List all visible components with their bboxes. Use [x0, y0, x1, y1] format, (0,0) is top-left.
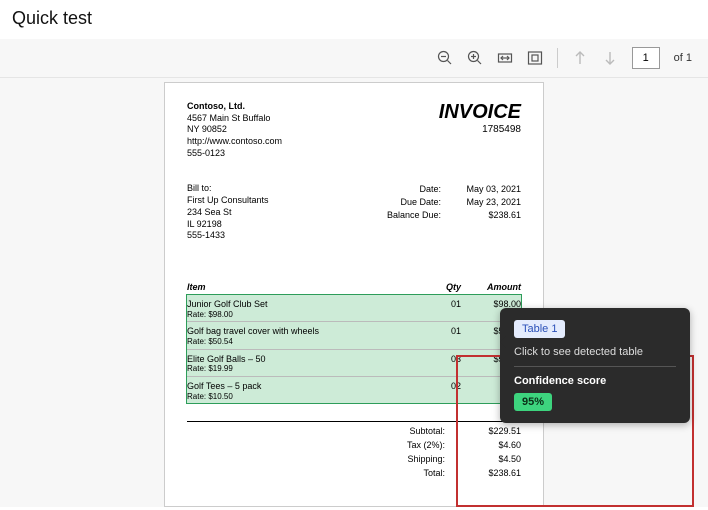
header-amount: Amount — [461, 282, 521, 292]
tooltip-instruction: Click to see detected table — [514, 346, 676, 367]
sender-city: NY 90852 — [187, 124, 282, 136]
viewer-toolbar: 1 of 1 — [0, 39, 708, 77]
item-name: Elite Golf Balls – 50 — [187, 354, 411, 365]
bill-to-label: Bill to: — [187, 183, 269, 195]
sender-street: 4567 Main St Buffalo — [187, 113, 282, 125]
subtotal-value: $229.51 — [461, 426, 521, 436]
item-name: Junior Golf Club Set — [187, 299, 411, 310]
fit-width-icon[interactable] — [497, 50, 513, 66]
table-row: Elite Golf Balls – 50Rate: $19.99 03 $59… — [187, 350, 521, 377]
date-label: Date: — [381, 183, 441, 196]
invoice-number: 1785498 — [439, 124, 521, 135]
sender-name: Contoso, Ltd. — [187, 101, 282, 113]
table-detection-tooltip[interactable]: Table 1 Click to see detected table Conf… — [500, 308, 690, 423]
sender-phone: 555-0123 — [187, 148, 282, 160]
item-rate: Rate: $98.00 — [187, 310, 411, 320]
table-row: Golf Tees – 5 packRate: $10.50 02 $21 — [187, 377, 521, 403]
total-label: Total: — [385, 468, 445, 478]
item-rate: Rate: $50.54 — [187, 337, 411, 347]
bill-to-block: Bill to: First Up Consultants 234 Sea St… — [187, 183, 269, 241]
item-name: Golf Tees – 5 pack — [187, 381, 411, 392]
table-tag[interactable]: Table 1 — [514, 320, 565, 338]
bill-to-street: 234 Sea St — [187, 207, 269, 219]
page-number-input[interactable]: 1 — [632, 47, 660, 69]
header-item: Item — [187, 282, 411, 292]
item-qty: 02 — [411, 381, 461, 401]
item-qty: 01 — [411, 299, 461, 319]
invoice-title: INVOICE — [439, 101, 521, 124]
invoice-title-block: INVOICE 1785498 — [439, 101, 521, 159]
item-rate: Rate: $19.99 — [187, 364, 411, 374]
tax-label: Tax (2%): — [385, 440, 445, 450]
bill-to-name: First Up Consultants — [187, 195, 269, 207]
item-qty: 01 — [411, 326, 461, 346]
detected-table-highlight[interactable]: Junior Golf Club SetRate: $98.00 01 $98.… — [187, 295, 521, 404]
next-page-icon[interactable] — [602, 50, 618, 66]
table-header: Item Qty Amount — [187, 282, 521, 295]
shipping-label: Shipping: — [385, 454, 445, 464]
confidence-label: Confidence score — [514, 375, 676, 387]
item-qty: 03 — [411, 354, 461, 374]
due-date-label: Due Date: — [381, 196, 441, 209]
total-value: $238.61 — [461, 468, 521, 478]
sender-block: Contoso, Ltd. 4567 Main St Buffalo NY 90… — [187, 101, 282, 159]
page-title: Quick test — [0, 0, 708, 39]
fit-page-icon[interactable] — [527, 50, 543, 66]
totals-block: Subtotal: $229.51 Tax (2%): $4.60 Shipping… — [187, 421, 521, 480]
item-name: Golf bag travel cover with wheels — [187, 326, 411, 337]
invoice-meta: Date:May 03, 2021 Due Date:May 23, 2021 … — [381, 183, 521, 241]
document-viewer: 1 of 1 Contoso, Ltd. 4567 Main St Buffal… — [0, 39, 708, 507]
page-total-label: of 1 — [674, 52, 692, 64]
zoom-in-icon[interactable] — [467, 50, 483, 66]
confidence-badge: 95% — [514, 393, 552, 411]
viewer-canvas: Contoso, Ltd. 4567 Main St Buffalo NY 90… — [0, 77, 708, 507]
prev-page-icon[interactable] — [572, 50, 588, 66]
zoom-out-icon[interactable] — [437, 50, 453, 66]
bill-to-phone: 555-1433 — [187, 230, 269, 242]
due-date-value: May 23, 2021 — [461, 196, 521, 209]
bill-to-city: IL 92198 — [187, 219, 269, 231]
date-value: May 03, 2021 — [461, 183, 521, 196]
toolbar-divider — [557, 48, 558, 68]
balance-value: $238.61 — [461, 209, 521, 222]
shipping-value: $4.50 — [461, 454, 521, 464]
balance-label: Balance Due: — [381, 209, 441, 222]
tax-value: $4.60 — [461, 440, 521, 450]
sender-web: http://www.contoso.com — [187, 136, 282, 148]
item-rate: Rate: $10.50 — [187, 392, 411, 402]
subtotal-label: Subtotal: — [385, 426, 445, 436]
items-table[interactable]: Item Qty Amount Junior Golf Club SetRate… — [187, 282, 521, 404]
table-row: Golf bag travel cover with wheelsRate: $… — [187, 322, 521, 349]
table-row: Junior Golf Club SetRate: $98.00 01 $98.… — [187, 295, 521, 322]
invoice-document: Contoso, Ltd. 4567 Main St Buffalo NY 90… — [164, 82, 544, 507]
header-qty: Qty — [411, 282, 461, 292]
